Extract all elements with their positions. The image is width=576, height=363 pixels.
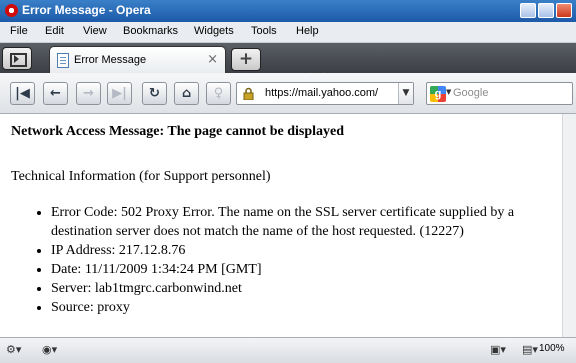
lock-icon bbox=[243, 87, 254, 100]
address-text[interactable]: https://mail.yahoo.com/ bbox=[265, 87, 378, 99]
rewind-icon[interactable]: |◀ bbox=[10, 82, 35, 105]
menu-view[interactable]: View bbox=[83, 25, 107, 37]
tools-icon[interactable]: ⚙▾ bbox=[6, 343, 21, 356]
back-arrow-icon[interactable]: ← bbox=[43, 82, 68, 105]
address-dropdown-icon[interactable]: ▼ bbox=[398, 83, 413, 104]
vertical-scrollbar[interactable] bbox=[562, 114, 576, 337]
zoom-level[interactable]: 100% bbox=[539, 343, 565, 354]
menu-help[interactable]: Help bbox=[296, 25, 319, 37]
fast-forward-icon[interactable]: ▶| bbox=[107, 82, 132, 105]
menu-tools[interactable]: Tools bbox=[251, 25, 277, 37]
address-field[interactable]: https://mail.yahoo.com/ ▼ bbox=[236, 82, 414, 105]
wand-icon[interactable]: ♀ bbox=[206, 82, 231, 105]
list-item-error-code: Error Code: 502 Proxy Error. The name on… bbox=[51, 203, 561, 241]
menu-widgets[interactable]: Widgets bbox=[194, 25, 234, 37]
tech-info-label: Technical Information (for Support perso… bbox=[11, 169, 271, 184]
window-title: Error Message - Opera bbox=[22, 3, 151, 17]
menu-file[interactable]: File bbox=[10, 25, 28, 37]
title-bar: Error Message - Opera bbox=[0, 0, 576, 22]
navigation-toolbar: |◀ ← → ▶| ↻ ⌂ ♀ https://mail.yahoo.com/ … bbox=[0, 73, 576, 114]
image-toggle-icon[interactable]: ▤▾ bbox=[522, 343, 538, 356]
panel-toggle-button[interactable] bbox=[2, 47, 32, 70]
menu-bookmarks[interactable]: Bookmarks bbox=[123, 25, 178, 37]
list-item-ip-address: IP Address: 217.12.8.76 bbox=[51, 241, 561, 260]
forward-arrow-icon[interactable]: → bbox=[76, 82, 101, 105]
new-tab-button[interactable]: + bbox=[231, 48, 261, 71]
search-engine-dropdown-icon[interactable]: ▼ bbox=[446, 88, 451, 96]
menu-bar: File Edit View Bookmarks Widgets Tools H… bbox=[0, 22, 576, 43]
maximize-button[interactable] bbox=[538, 3, 554, 18]
list-item-server: Server: lab1tmgrc.carbonwind.net bbox=[51, 279, 561, 298]
home-icon[interactable]: ⌂ bbox=[174, 82, 199, 105]
tab-label: Error Message bbox=[74, 54, 147, 66]
view-mode-icon[interactable]: ▣▾ bbox=[490, 343, 506, 356]
error-details-list: Error Code: 502 Proxy Error. The name on… bbox=[51, 203, 561, 317]
search-placeholder[interactable]: Google bbox=[453, 87, 488, 99]
window-controls bbox=[520, 3, 572, 18]
opera-logo-icon bbox=[5, 4, 18, 17]
minimize-button[interactable] bbox=[520, 3, 536, 18]
menu-edit[interactable]: Edit bbox=[45, 25, 64, 37]
tab-close-icon[interactable]: × bbox=[207, 52, 218, 67]
tab-error-message[interactable]: Error Message × bbox=[49, 46, 226, 74]
tab-bar: Error Message × + bbox=[0, 43, 576, 74]
reload-icon[interactable]: ↻ bbox=[142, 82, 167, 105]
status-bar: ⚙▾ ◉▾ ▣▾ ▤▾ 100% bbox=[0, 337, 576, 363]
google-icon[interactable]: g bbox=[430, 86, 446, 102]
page-content: Network Access Message: The page cannot … bbox=[0, 114, 562, 337]
page-heading: Network Access Message: The page cannot … bbox=[11, 124, 345, 139]
list-item-source: Source: proxy bbox=[51, 298, 561, 317]
search-field[interactable]: g ▼ Google bbox=[426, 82, 573, 105]
close-window-button[interactable] bbox=[556, 3, 572, 18]
list-item-date: Date: 11/11/2009 1:34:24 PM [GMT] bbox=[51, 260, 561, 279]
turbo-icon[interactable]: ◉▾ bbox=[42, 343, 57, 356]
page-icon bbox=[57, 53, 69, 68]
